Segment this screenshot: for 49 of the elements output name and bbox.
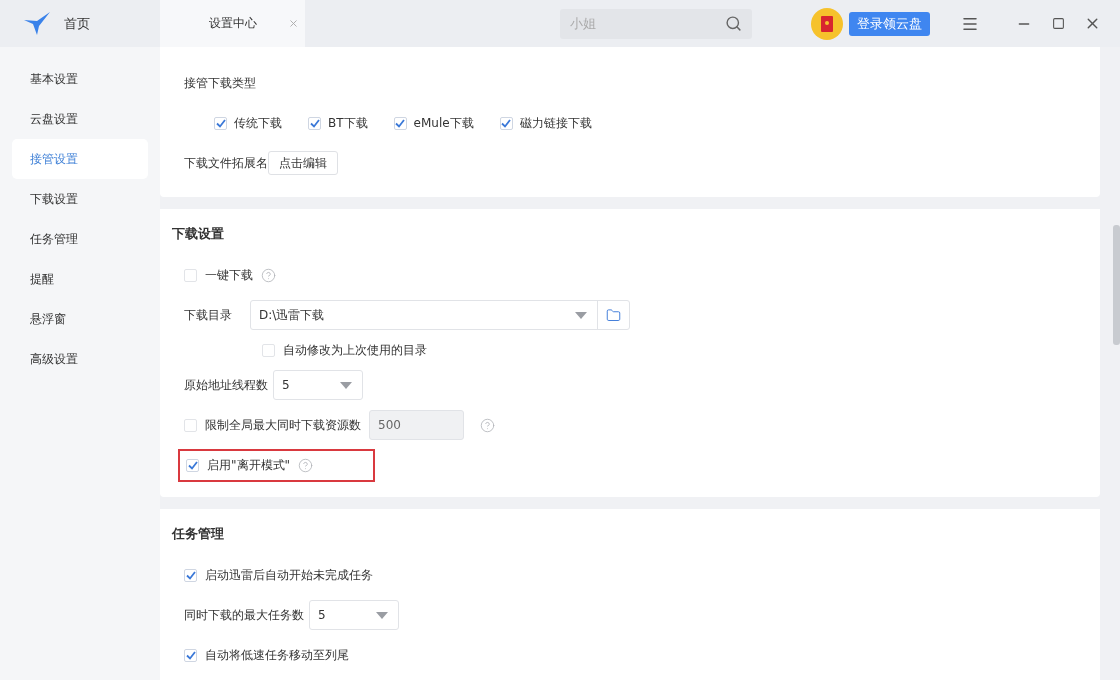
section-title: 任务管理 [172, 525, 225, 543]
checkbox-label[interactable]: 自动修改为上次使用的目录 [283, 341, 427, 359]
checkbox[interactable] [262, 343, 275, 357]
section-title: 下载设置 [172, 225, 225, 243]
checkbox-label[interactable]: 一键下载 [205, 266, 253, 284]
setting-label: 下载文件拓展名 [184, 154, 268, 172]
checkbox-label[interactable]: 自动将低速任务移动至列尾 [205, 646, 349, 664]
checkbox-label[interactable]: 启动迅雷后自动开始未完成任务 [205, 566, 373, 584]
checkbox[interactable] [214, 116, 227, 130]
checkbox-label[interactable]: 传统下载 [234, 114, 282, 132]
envelope-icon[interactable] [811, 7, 843, 40]
checkbox-label[interactable]: BT下载 [328, 114, 368, 132]
checkbox[interactable] [499, 116, 513, 130]
bird-logo [24, 11, 50, 36]
caret-icon [575, 311, 587, 319]
edit-button[interactable]: 点击编辑 [268, 151, 338, 175]
checkbox-label[interactable]: 磁力链接下载 [519, 114, 592, 132]
checkbox[interactable] [393, 116, 407, 130]
login-button[interactable]: 登录领云盘 [849, 11, 930, 36]
folder-icon[interactable] [606, 307, 621, 323]
checkbox-label[interactable]: 启用"离开模式" [207, 456, 291, 474]
setting-label: 原始地址线程数 [184, 376, 268, 394]
sidebar-item[interactable]: 基本设置 [12, 59, 148, 99]
checkbox[interactable] [184, 648, 197, 662]
setting-label: 下载目录 [184, 306, 232, 324]
scrollbar-thumb[interactable] [1113, 225, 1120, 345]
select-field[interactable]: 5 [309, 600, 399, 630]
sidebar-item[interactable]: 接管设置 [12, 139, 148, 179]
sidebar-item[interactable]: 任务管理 [12, 219, 148, 259]
checkbox[interactable] [184, 568, 197, 582]
home-tab[interactable]: 首页 [64, 14, 90, 33]
path-field[interactable]: D:\迅雷下载 [250, 300, 630, 330]
sidebar-item[interactable]: 提醒 [12, 259, 148, 299]
sidebar-item[interactable]: 高级设置 [12, 339, 148, 379]
search-field[interactable]: 小姐 [560, 8, 752, 39]
checkbox[interactable] [184, 268, 197, 282]
search-icon[interactable] [725, 14, 742, 32]
select-field[interactable]: 5 [273, 370, 363, 400]
checkbox[interactable] [308, 116, 321, 130]
caret-icon [376, 611, 388, 619]
setting-label: 接管下载类型 [184, 74, 256, 92]
sidebar-item[interactable]: 下载设置 [12, 179, 148, 219]
checkbox-label[interactable]: eMule下载 [413, 114, 474, 132]
settings-tab[interactable]: 设置中心 [160, 0, 305, 47]
caret-icon [340, 381, 352, 389]
sidebar-item[interactable]: 悬浮窗 [12, 299, 148, 339]
setting-label: 同时下载的最大任务数 [184, 606, 304, 624]
checkbox[interactable] [186, 458, 199, 472]
sidebar-item[interactable]: 云盘设置 [12, 99, 148, 139]
